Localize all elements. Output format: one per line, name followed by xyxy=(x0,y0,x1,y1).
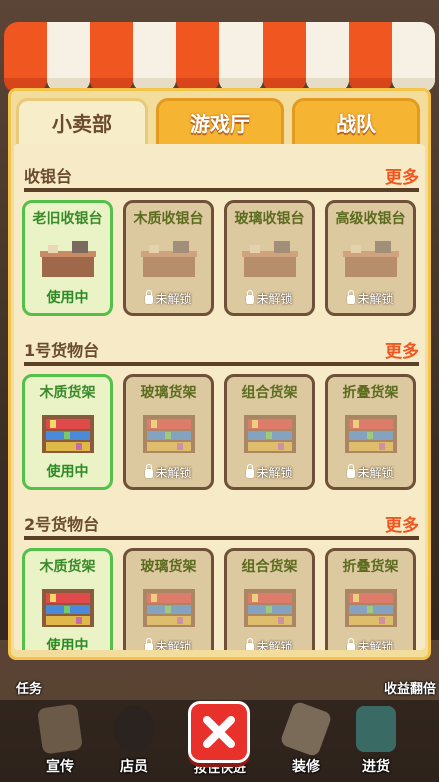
tab-label: 游戏厅 xyxy=(190,112,250,136)
item-status: 未解锁 xyxy=(126,638,211,650)
item-status: 未解锁 xyxy=(227,464,312,481)
lock-icon xyxy=(347,290,356,304)
status-text: 未解锁 xyxy=(155,466,192,480)
section: 2号货物台 更多 木质货架 使用中 玻璃货架 未解锁 组合货架 未解锁 折叠货架… xyxy=(22,510,419,650)
nav-label: 装修 xyxy=(292,759,320,775)
item-row: 木质货架 使用中 玻璃货架 未解锁 组合货架 未解锁 折叠货架 未解锁 xyxy=(22,548,416,650)
lock-icon xyxy=(347,638,356,650)
nav-restock[interactable]: 进货 xyxy=(346,706,406,778)
section-header: 1号货物台 更多 xyxy=(24,336,419,366)
item-name: 老旧收银台 xyxy=(32,211,103,227)
tab-content: 收银台 更多 老旧收银台 使用中 木质收银台 未解锁 玻璃收银台 未解锁 高级收… xyxy=(14,144,425,650)
shop-awning xyxy=(4,22,435,92)
item-status: 未解锁 xyxy=(328,638,413,650)
section-header: 收银台 更多 xyxy=(24,162,419,192)
item-name: 玻璃货架 xyxy=(140,559,197,575)
hammer-icon xyxy=(279,700,333,758)
item-status: 未解锁 xyxy=(227,638,312,650)
nav-promote[interactable]: 宣传 xyxy=(30,703,90,778)
nav-staff[interactable]: 店员 xyxy=(104,706,164,778)
tab-shop[interactable]: 小卖部 xyxy=(16,98,148,144)
item-card[interactable]: 木质货架 使用中 xyxy=(22,374,113,490)
status-text: 使用中 xyxy=(46,464,89,480)
item-row: 木质货架 使用中 玻璃货架 未解锁 组合货架 未解锁 折叠货架 未解锁 xyxy=(22,374,416,490)
nav-label: 店员 xyxy=(120,759,148,775)
lock-icon xyxy=(145,290,154,304)
item-card[interactable]: 木质货架 使用中 xyxy=(22,548,113,650)
double-income-label[interactable]: 收益翻倍 xyxy=(384,678,436,697)
status-text: 使用中 xyxy=(46,638,89,650)
item-status: 未解锁 xyxy=(328,464,413,481)
staff-icon xyxy=(114,706,154,752)
item-card[interactable]: 玻璃货架 未解锁 xyxy=(123,548,214,650)
status-text: 未解锁 xyxy=(256,640,293,650)
status-text: 未解锁 xyxy=(256,292,293,306)
close-button[interactable] xyxy=(188,701,250,763)
task-label[interactable]: 任务 xyxy=(16,678,42,697)
status-text: 未解锁 xyxy=(155,292,192,306)
item-name: 折叠货架 xyxy=(342,385,399,401)
tab-arcade[interactable]: 游戏厅 xyxy=(156,98,284,144)
status-text: 未解锁 xyxy=(357,640,394,650)
tab-label: 战队 xyxy=(336,112,376,136)
megaphone-icon xyxy=(36,703,84,755)
item-status: 使用中 xyxy=(25,635,110,650)
nav-label: 宣传 xyxy=(46,759,74,775)
close-icon xyxy=(203,716,235,748)
item-status: 未解锁 xyxy=(328,290,413,307)
item-card[interactable]: 组合货架 未解锁 xyxy=(224,374,315,490)
section: 收银台 更多 老旧收银台 使用中 木质收银台 未解锁 玻璃收银台 未解锁 高级收… xyxy=(22,162,419,332)
lock-icon xyxy=(145,464,154,478)
lock-icon xyxy=(145,638,154,650)
item-card[interactable]: 玻璃货架 未解锁 xyxy=(123,374,214,490)
item-row: 老旧收银台 使用中 木质收银台 未解锁 玻璃收银台 未解锁 高级收银台 未解锁 xyxy=(22,200,416,316)
item-status: 使用中 xyxy=(25,287,110,307)
item-card[interactable]: 高级收银台 未解锁 xyxy=(325,200,416,316)
status-text: 未解锁 xyxy=(357,466,394,480)
item-name: 玻璃收银台 xyxy=(234,211,305,227)
item-card[interactable]: 玻璃收银台 未解锁 xyxy=(224,200,315,316)
status-text: 未解锁 xyxy=(357,292,394,306)
item-name: 木质收银台 xyxy=(133,211,204,227)
status-text: 使用中 xyxy=(46,290,89,306)
section: 1号货物台 更多 木质货架 使用中 玻璃货架 未解锁 组合货架 未解锁 折叠货架… xyxy=(22,336,419,506)
lock-icon xyxy=(246,290,255,304)
status-text: 未解锁 xyxy=(256,466,293,480)
item-name: 组合货架 xyxy=(241,385,298,401)
tab-bar: 小卖部 游戏厅 战队 xyxy=(16,98,423,144)
nav-decorate[interactable]: 装修 xyxy=(276,700,336,778)
more-link[interactable]: 更多 xyxy=(385,163,419,188)
item-card[interactable]: 折叠货架 未解锁 xyxy=(325,548,416,650)
item-name: 木质货架 xyxy=(39,559,96,575)
nav-label: 进货 xyxy=(362,759,390,775)
item-name: 玻璃货架 xyxy=(140,385,197,401)
lock-icon xyxy=(246,464,255,478)
item-name: 组合货架 xyxy=(241,559,298,575)
more-link[interactable]: 更多 xyxy=(385,337,419,362)
section-title: 1号货物台 xyxy=(24,341,100,360)
item-card[interactable]: 组合货架 未解锁 xyxy=(224,548,315,650)
item-status: 未解锁 xyxy=(227,290,312,307)
item-card[interactable]: 老旧收银台 使用中 xyxy=(22,200,113,316)
item-name: 折叠货架 xyxy=(342,559,399,575)
lock-icon xyxy=(347,464,356,478)
tab-team[interactable]: 战队 xyxy=(292,98,420,144)
item-status: 使用中 xyxy=(25,461,110,481)
section-header: 2号货物台 更多 xyxy=(24,510,419,540)
item-card[interactable]: 折叠货架 未解锁 xyxy=(325,374,416,490)
more-link[interactable]: 更多 xyxy=(385,511,419,536)
status-text: 未解锁 xyxy=(155,640,192,650)
item-card[interactable]: 木质收银台 未解锁 xyxy=(123,200,214,316)
item-name: 高级收银台 xyxy=(335,211,406,227)
tab-label: 小卖部 xyxy=(52,112,112,136)
lock-icon xyxy=(246,638,255,650)
item-name: 木质货架 xyxy=(39,385,96,401)
item-status: 未解锁 xyxy=(126,290,211,307)
item-status: 未解锁 xyxy=(126,464,211,481)
section-title: 2号货物台 xyxy=(24,515,100,534)
restock-icon xyxy=(356,706,396,752)
section-title: 收银台 xyxy=(24,167,73,186)
